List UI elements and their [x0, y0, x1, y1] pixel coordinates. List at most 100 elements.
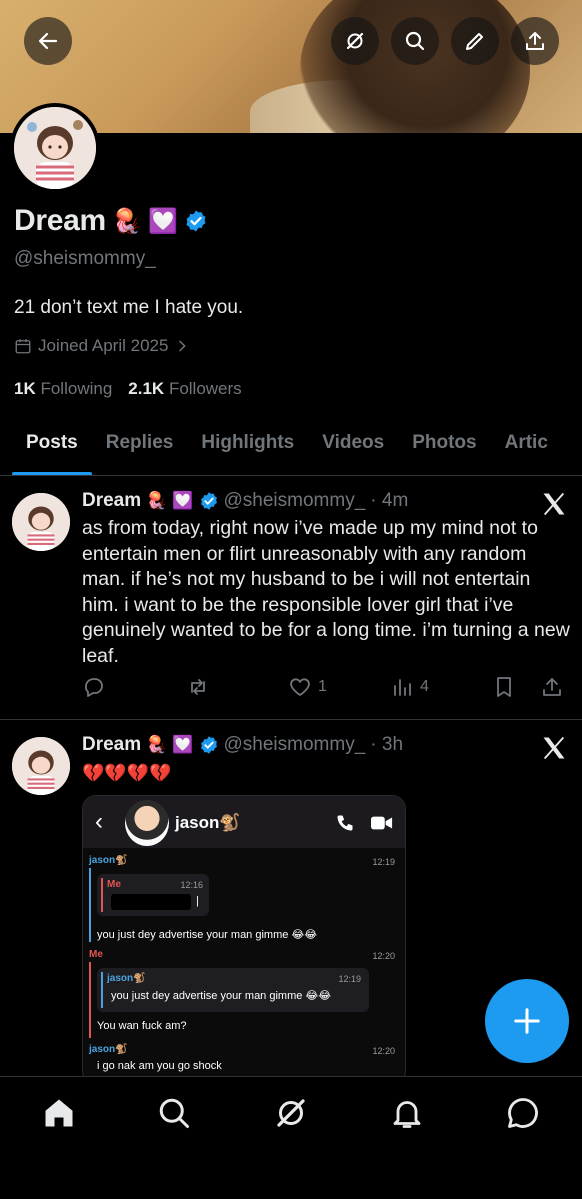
post-time: · 3h	[370, 734, 404, 755]
chat-thread-line	[89, 962, 91, 1038]
post-avatar[interactable]	[12, 493, 70, 551]
edit-button[interactable]	[451, 17, 499, 65]
following-label: Following	[40, 379, 113, 398]
tab-highlights[interactable]: Highlights	[187, 420, 308, 475]
heart-icon	[290, 678, 310, 696]
plus-icon	[514, 1008, 540, 1034]
nav-home[interactable]	[41, 1095, 77, 1131]
share-icon	[526, 32, 544, 50]
heart-decoration-emoji: 💟	[172, 735, 194, 754]
verified-badge-icon	[186, 210, 206, 232]
chat-sender: jason🐒	[89, 855, 128, 866]
pencil-icon	[466, 33, 483, 50]
chat-time: 12:20	[372, 951, 395, 961]
repost-button[interactable]	[186, 675, 210, 699]
chat-contact-avatar	[125, 800, 169, 846]
chat-message-text: you just dey advertise your man gimme 😂😂	[97, 929, 318, 941]
heart-decoration-emoji: 💟	[147, 207, 178, 235]
views-button[interactable]: 4	[390, 675, 429, 699]
jellyfish-emoji: 🪼	[146, 735, 168, 754]
search-icon	[405, 31, 425, 51]
like-button[interactable]: 1	[288, 675, 327, 699]
followers-label: Followers	[168, 379, 242, 398]
profile-name-row: Dream 🪼 💟	[14, 204, 208, 238]
post-text: 💔💔💔💔	[82, 763, 172, 783]
chat-thread-line	[89, 868, 91, 942]
chat-contact-name: jason🐒	[175, 813, 241, 832]
avatar-illustration	[14, 107, 96, 189]
video-call-icon	[371, 816, 393, 830]
compose-post-button[interactable]	[485, 979, 569, 1063]
post-author-name[interactable]: Dream	[82, 734, 141, 756]
display-name: Dream	[14, 204, 106, 237]
post-avatar[interactable]	[12, 737, 70, 795]
reply-button[interactable]	[82, 675, 106, 699]
profile-bio: 21 don’t text me I hate you.	[14, 297, 244, 318]
post-author-name[interactable]: Dream	[82, 490, 141, 512]
bell-icon	[393, 1101, 421, 1128]
bookmark-button[interactable]	[492, 675, 516, 699]
grok-button[interactable]	[331, 17, 379, 65]
chat-back-icon: ‹	[95, 808, 103, 835]
joined-date[interactable]: Joined April 2025	[14, 336, 190, 356]
repost-icon	[191, 679, 205, 695]
post-author-handle: @sheismommy_	[223, 734, 366, 755]
back-button[interactable]	[24, 17, 72, 65]
follow-stats: 1K Following 2.1K Followers	[14, 379, 242, 399]
home-icon	[45, 1099, 73, 1127]
profile-handle: @sheismommy_	[14, 248, 156, 269]
reply-icon	[85, 678, 103, 697]
verified-badge-icon	[200, 492, 217, 510]
followers-link[interactable]: 2.1K Followers	[128, 379, 241, 399]
nav-search[interactable]	[156, 1095, 192, 1131]
post-author-handle: @sheismommy_	[223, 490, 366, 511]
chat-message-text: i go nak am you go shock	[97, 1060, 222, 1072]
share-post-button[interactable]	[540, 675, 564, 699]
post-time: · 4m	[370, 490, 409, 511]
post-image[interactable]: ‹ jason🐒 jason🐒 12:19 Me 12:16 | you jus…	[82, 795, 406, 1085]
phone-icon	[337, 815, 353, 831]
post-actions: 1 4	[82, 675, 568, 705]
calendar-icon	[15, 339, 31, 354]
like-count: 1	[318, 678, 327, 695]
avatar-illustration	[12, 493, 70, 551]
chat-header: ‹ jason🐒	[83, 796, 405, 848]
jellyfish-emoji: 🪼	[146, 491, 168, 510]
jellyfish-emoji: 🪼	[111, 207, 142, 235]
view-count: 4	[420, 678, 429, 695]
tab-posts[interactable]: Posts	[0, 420, 92, 475]
tab-photos[interactable]: Photos	[398, 420, 490, 475]
profile-tabs: Posts Replies Highlights Videos Photos A…	[0, 420, 582, 476]
followers-count: 2.1K	[128, 379, 165, 398]
chat-quoted-message: jason🐒 12:19 you just dey advertise your…	[97, 968, 369, 1012]
post-header: Dream 🪼 💟 @sheismommy_ · 4m	[82, 490, 408, 512]
arrow-left-icon	[38, 32, 58, 50]
profile-avatar[interactable]	[10, 103, 100, 193]
search-button[interactable]	[391, 17, 439, 65]
chat-quoted-message: Me 12:16 |	[97, 874, 209, 916]
joined-text: Joined April 2025	[38, 336, 169, 355]
nav-notifications[interactable]	[389, 1095, 425, 1131]
post-1[interactable]: Dream 🪼 💟 @sheismommy_ · 4m as from toda…	[0, 477, 582, 720]
views-chart-icon	[394, 679, 411, 696]
chat-message-text: You wan fuck am?	[97, 1020, 187, 1032]
post-header: Dream 🪼 💟 @sheismommy_ · 3h	[82, 734, 403, 756]
chevron-right-icon	[179, 340, 187, 352]
search-icon	[159, 1098, 189, 1128]
share-button[interactable]	[511, 17, 559, 65]
share-icon	[543, 678, 561, 696]
grok-icon	[346, 32, 364, 50]
nav-messages[interactable]	[505, 1095, 541, 1131]
chat-sender: Me	[89, 949, 103, 960]
nav-grok[interactable]	[273, 1095, 309, 1131]
verified-badge-icon	[200, 736, 217, 754]
following-link[interactable]: 1K Following	[14, 379, 112, 399]
tab-articles[interactable]: Artic	[491, 420, 562, 475]
bottom-navigation	[0, 1076, 582, 1199]
chat-bubble-icon	[508, 1098, 538, 1128]
heart-decoration-emoji: 💟	[172, 491, 194, 510]
bookmark-icon	[497, 677, 511, 697]
tab-replies[interactable]: Replies	[92, 420, 188, 475]
tab-videos[interactable]: Videos	[308, 420, 398, 475]
post-text: as from today, right now i’ve made up my…	[82, 517, 570, 667]
